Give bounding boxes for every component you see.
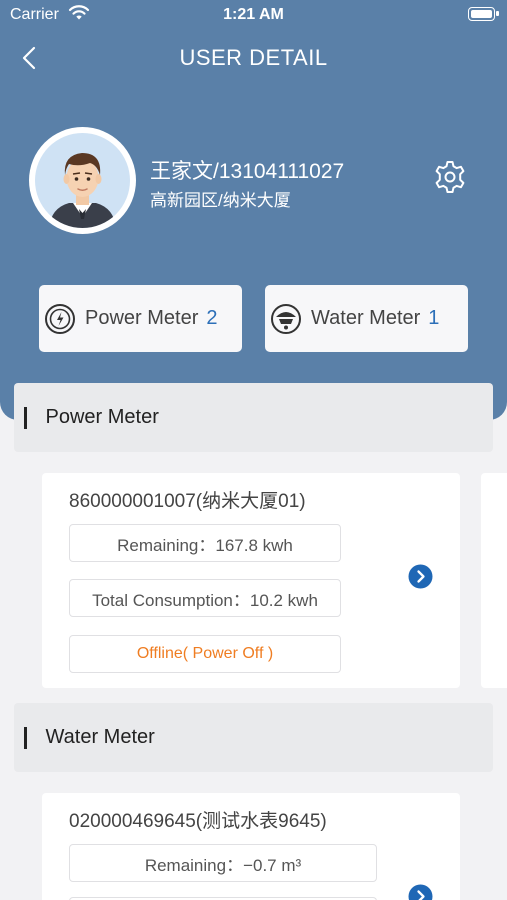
section-marker bbox=[24, 406, 27, 429]
user-name-phone: 王家文/13104111027 bbox=[150, 160, 345, 183]
meter-id-name: 860000001007(纳米大厦01) bbox=[69, 491, 306, 512]
user-avatar-illustration bbox=[49, 153, 116, 228]
water-meter-section-header: Water Meter bbox=[14, 703, 493, 772]
power-meter-section-title: Power Meter bbox=[45, 406, 159, 428]
next-power-card-peek[interactable] bbox=[481, 473, 507, 688]
user-address: 高新园区/纳米大厦 bbox=[150, 191, 291, 210]
chevron-right-circle-icon[interactable] bbox=[408, 884, 433, 900]
power-meter-count: 2 bbox=[206, 307, 218, 329]
water-meter-section-title: Water Meter bbox=[45, 726, 155, 748]
chevron-right-circle-icon[interactable] bbox=[408, 564, 433, 589]
meter-id-name: 020000469645(测试水表9645) bbox=[69, 811, 327, 832]
water-meter-summary-label: Water Meter bbox=[311, 307, 421, 329]
settings-button[interactable] bbox=[430, 157, 470, 197]
water-meter-summary-button[interactable]: Water Meter 1 bbox=[265, 285, 468, 352]
settings-gear-icon bbox=[435, 161, 465, 193]
clock: 1:21 AM bbox=[223, 6, 284, 23]
section-marker bbox=[24, 726, 27, 749]
power-meter-card[interactable]: 860000001007(纳米大厦01) Remaining：167.8 kwh… bbox=[42, 473, 460, 688]
status-badge: Offline( Power Off ) bbox=[69, 635, 341, 673]
status-bar: Carrier 1:21 AM bbox=[0, 0, 507, 30]
remaining-value: Remaining：−0.7 m³ bbox=[69, 844, 377, 882]
power-meter-section-header: Power Meter bbox=[14, 383, 493, 452]
avatar bbox=[29, 127, 136, 234]
power-meter-icon bbox=[45, 303, 75, 334]
water-meter-card[interactable]: 020000469645(测试水表9645) Remaining：−0.7 m³ bbox=[42, 793, 460, 900]
remaining-value: Remaining：167.8 kwh bbox=[69, 524, 341, 562]
page-title: USER DETAIL bbox=[179, 45, 328, 70]
water-meter-count: 1 bbox=[428, 307, 440, 329]
battery-icon bbox=[468, 7, 499, 21]
power-meter-summary-label: Power Meter bbox=[85, 307, 199, 329]
total-consumption-value: Total Consumption：10.2 kwh bbox=[69, 579, 341, 617]
power-meter-summary-button[interactable]: Power Meter 2 bbox=[39, 285, 242, 352]
water-meter-icon bbox=[271, 303, 301, 334]
